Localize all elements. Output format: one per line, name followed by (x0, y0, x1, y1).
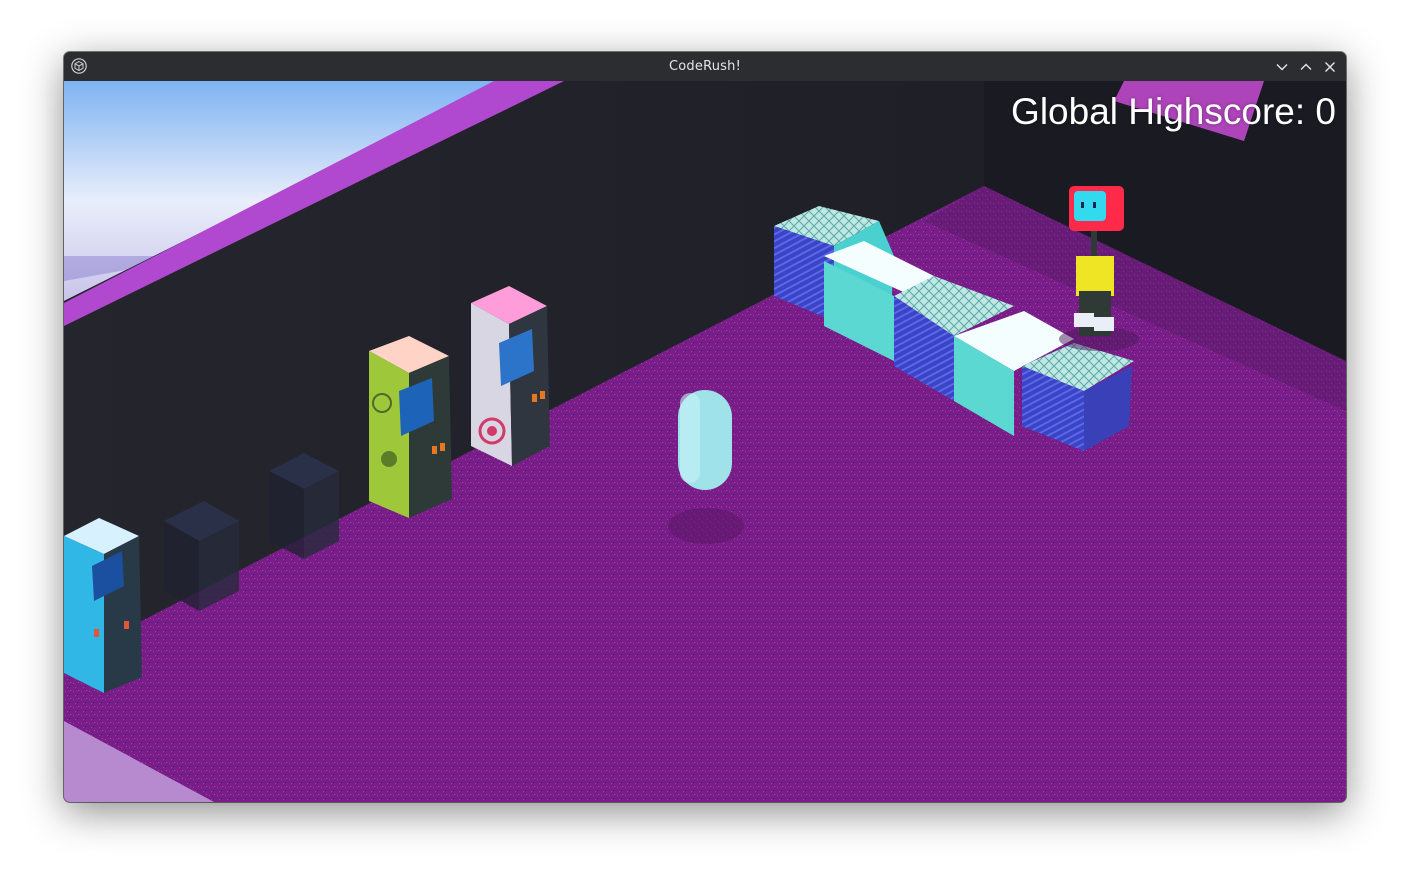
arcade-cabinet-pink[interactable] (471, 286, 550, 466)
close-button[interactable] (1320, 57, 1340, 77)
empty-slot (164, 501, 239, 611)
minimize-icon (1276, 64, 1288, 71)
game-scene (64, 81, 1346, 802)
maximize-icon (1300, 63, 1312, 70)
game-viewport[interactable]: Global Highscore: 0 (64, 81, 1346, 802)
maximize-button[interactable] (1296, 57, 1316, 77)
game-window: CodeRush! Global Highscore: 0 (64, 52, 1346, 802)
arcade-cabinet-blue[interactable] (64, 518, 142, 693)
arcade-cabinet-green[interactable] (369, 336, 452, 518)
window-title: CodeRush! (669, 59, 741, 74)
close-icon (1325, 62, 1335, 72)
global-highscore-label: Global Highscore: 0 (1011, 91, 1336, 132)
empty-slot (269, 453, 339, 559)
title-bar[interactable]: CodeRush! (64, 52, 1346, 81)
minimize-button[interactable] (1272, 57, 1292, 77)
